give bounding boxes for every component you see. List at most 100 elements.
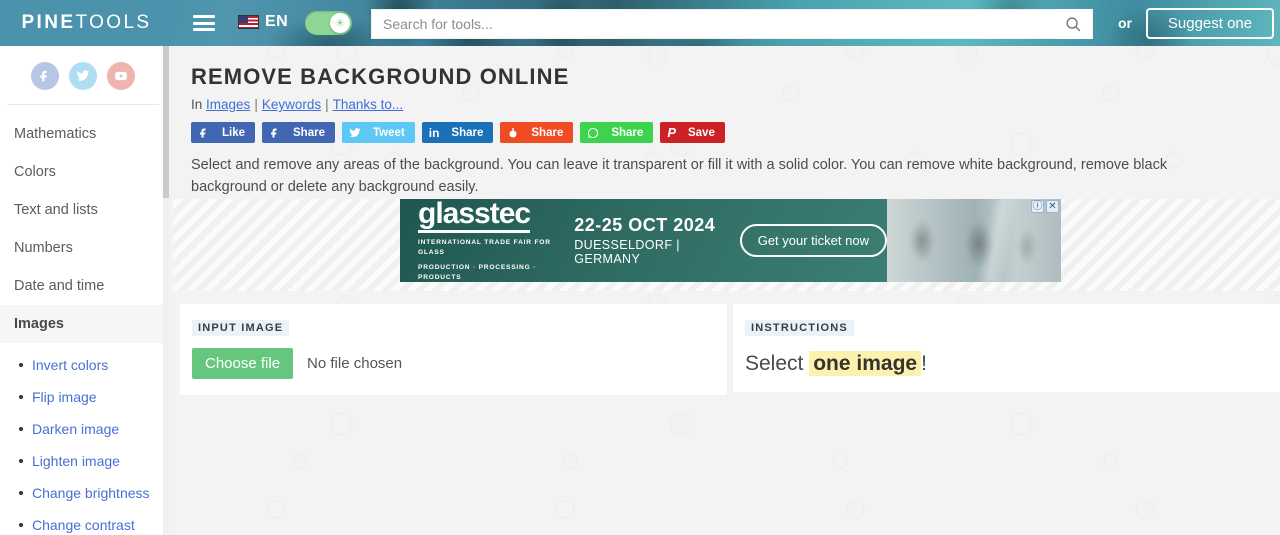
logo-pine: PINE <box>21 12 76 33</box>
breadcrumb-prefix: In <box>191 97 203 112</box>
tool-description: Select and remove any areas of the backg… <box>191 157 1168 195</box>
share-button-label: Share <box>293 126 325 139</box>
facebook-share-button[interactable]: Share <box>262 122 335 143</box>
sidebar: Mathematics Colors Text and lists Number… <box>0 46 166 535</box>
ad-tagline-line2: PRODUCTION · PROCESSING · PRODUCTS <box>418 263 537 281</box>
ad-location: DUESSELDORF | GERMANY <box>574 238 680 266</box>
share-button-label: Like <box>222 126 246 139</box>
instructions-text: Select one image! <box>745 351 1280 376</box>
page-root: PINETOOLS EN ☀ or Suggest one <box>0 0 1280 535</box>
file-picker-row: Choose file No file chosen <box>192 348 727 379</box>
ad-close-icon[interactable]: ✕ <box>1046 200 1059 213</box>
breadcrumb-link-images[interactable]: Images <box>206 97 250 112</box>
instructions-text-after: ! <box>921 352 927 375</box>
or-label: or <box>1118 15 1132 31</box>
breadcrumb: In Images | Keywords | Thanks to... <box>173 90 1280 112</box>
instructions-panel: INSTRUCTIONS Select one image! <box>733 304 1280 392</box>
sidebar-tool-list: Invert colors Flip image Darken image Li… <box>0 343 166 535</box>
search-input[interactable] <box>372 10 1054 38</box>
file-status-text: No file chosen <box>307 355 403 372</box>
us-flag-icon <box>238 15 259 29</box>
input-image-panel: INPUT IMAGE Choose file No file chosen <box>180 304 727 395</box>
share-button-label: Share <box>611 126 644 139</box>
twitter-tweet-button[interactable]: Tweet <box>341 122 415 143</box>
breadcrumb-link-keywords[interactable]: Keywords <box>262 97 321 112</box>
sidebar-item-date-and-time[interactable]: Date and time <box>0 267 166 305</box>
theme-toggle[interactable]: ☀ <box>305 11 352 35</box>
sidebar-item-mathematics[interactable]: Mathematics <box>0 115 166 153</box>
ad-brand-name: glasstec <box>418 199 531 233</box>
sidebar-item-numbers[interactable]: Numbers <box>0 229 166 267</box>
sidebar-scrollbar-thumb[interactable] <box>163 46 169 198</box>
sidebar-scrollbar[interactable] <box>163 46 169 535</box>
page-title: REMOVE BACKGROUND ONLINE <box>191 64 570 89</box>
sidebar-tool-change-brightness[interactable]: Change brightness <box>32 485 150 501</box>
sidebar-tool-change-contrast[interactable]: Change contrast <box>32 517 135 533</box>
sidebar-item-images[interactable]: Images <box>0 305 166 343</box>
ad-dates: 22-25 OCT 2024 <box>574 215 716 235</box>
search-button[interactable] <box>1054 9 1092 39</box>
sidebar-tool-invert-colors[interactable]: Invert colors <box>32 357 108 373</box>
search-bar <box>371 9 1093 39</box>
pinterest-save-button[interactable]: P Save <box>660 122 725 143</box>
main-content: REMOVE BACKGROUND ONLINE In Images | Keywo… <box>173 46 1280 535</box>
list-item[interactable]: Flip image <box>0 381 166 413</box>
sidebar-tool-lighten-image[interactable]: Lighten image <box>32 453 120 469</box>
advertisement-strip: glasstec INTERNATIONAL TRADE FAIR FOR GL… <box>173 199 1280 291</box>
whatsapp-icon <box>587 127 599 139</box>
linkedin-icon: in <box>428 125 440 140</box>
facebook-icon <box>198 127 210 139</box>
sidebar-divider <box>7 104 159 105</box>
site-logo[interactable]: PINETOOLS <box>0 0 173 46</box>
share-button-label: Save <box>687 126 715 139</box>
instructions-text-before: Select <box>745 352 804 375</box>
sidebar-item-text-and-lists[interactable]: Text and lists <box>0 191 166 229</box>
twitter-icon[interactable] <box>69 62 97 90</box>
share-button-label: Tweet <box>372 126 405 139</box>
pinterest-icon: P <box>667 125 676 140</box>
reddit-share-button[interactable]: Share <box>500 122 574 143</box>
whatsapp-share-button[interactable]: Share <box>580 122 654 143</box>
ad-badges: ⓘ ✕ <box>1031 200 1059 213</box>
logo-text: PINETOOLS <box>21 12 151 34</box>
suggest-one-button[interactable]: Suggest one <box>1146 8 1274 39</box>
ad-info-icon[interactable]: ⓘ <box>1031 200 1044 213</box>
sidebar-item-colors[interactable]: Colors <box>0 153 166 191</box>
instructions-label: INSTRUCTIONS <box>745 320 854 336</box>
twitter-icon <box>349 127 361 139</box>
hamburger-icon[interactable] <box>193 15 215 31</box>
breadcrumb-separator: | <box>325 97 329 112</box>
sidebar-tool-flip-image[interactable]: Flip image <box>32 389 97 405</box>
advertisement-banner[interactable]: glasstec INTERNATIONAL TRADE FAIR FOR GL… <box>400 199 1061 282</box>
breadcrumb-separator: | <box>254 97 258 112</box>
sidebar-tool-darken-image[interactable]: Darken image <box>32 421 119 437</box>
search-icon <box>1065 16 1080 31</box>
choose-file-button[interactable]: Choose file <box>192 348 294 379</box>
list-item[interactable]: Change contrast <box>0 509 166 535</box>
list-item[interactable]: Lighten image <box>0 445 166 477</box>
facebook-icon <box>269 127 281 139</box>
sidebar-social-links <box>0 46 166 104</box>
share-button-label: Share <box>451 126 484 139</box>
linkedin-share-button[interactable]: in Share <box>421 122 494 143</box>
input-image-label: INPUT IMAGE <box>192 320 290 336</box>
ad-content: glasstec INTERNATIONAL TRADE FAIR FOR GL… <box>400 199 887 282</box>
sun-icon: ☀ <box>334 16 346 30</box>
ad-cta-button[interactable]: Get your ticket now <box>739 224 887 257</box>
facebook-icon[interactable] <box>31 62 59 90</box>
ad-brand: glasstec INTERNATIONAL TRADE FAIR FOR GL… <box>418 199 552 282</box>
list-item[interactable]: Darken image <box>0 413 166 445</box>
social-share-row: Like Share Tweet in Share Share Share P … <box>173 112 1280 143</box>
share-button-label: Share <box>531 126 564 139</box>
toggle-knob: ☀ <box>330 13 350 33</box>
language-label: EN <box>265 13 289 30</box>
list-item[interactable]: Change brightness <box>0 477 166 509</box>
breadcrumb-link-thanks-to[interactable]: Thanks to... <box>333 97 404 112</box>
facebook-like-button[interactable]: Like <box>191 122 256 143</box>
site-header: PINETOOLS EN ☀ or Suggest one <box>0 0 1280 46</box>
list-item[interactable]: Invert colors <box>0 349 166 381</box>
youtube-icon[interactable] <box>107 62 135 90</box>
instructions-highlight: one image <box>809 351 922 376</box>
ad-tagline-line1: INTERNATIONAL TRADE FAIR FOR GLASS <box>418 238 551 256</box>
language-selector[interactable]: EN <box>238 13 288 31</box>
